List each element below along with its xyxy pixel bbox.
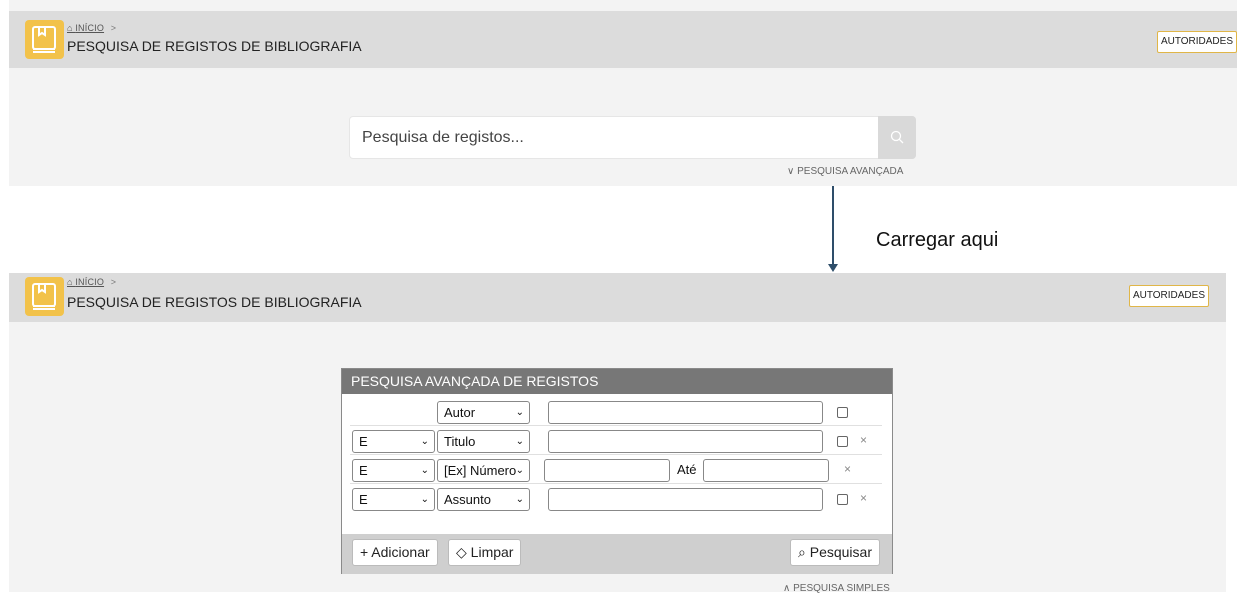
operator-select[interactable]: E ⌄ — [352, 459, 435, 482]
book-logo-icon — [25, 20, 64, 59]
criteria-row: Autor ⌄ — [350, 398, 882, 426]
page-header: ⌂ INÍCIO > PESQUISA DE REGISTOS DE BIBLI… — [9, 273, 1226, 322]
advanced-search-page: ⌂ INÍCIO > PESQUISA DE REGISTOS DE BIBLI… — [9, 273, 1226, 594]
page-title: PESQUISA DE REGISTOS DE BIBLIOGRAFIA — [67, 294, 362, 310]
add-criteria-button[interactable]: + Adicionar — [352, 539, 438, 566]
annotation-label: Carregar aqui — [876, 229, 999, 251]
search-input[interactable] — [351, 118, 878, 157]
range-to-label: Até — [677, 462, 697, 477]
criteria-row: E ⌄ [Ex] Número ⌄ Até × — [350, 456, 882, 484]
search-button[interactable] — [878, 116, 916, 159]
chevron-down-icon: ⌄ — [515, 494, 524, 505]
simple-search-panel: ⌂ INÍCIO > PESQUISA DE REGISTOS DE BIBLI… — [9, 0, 1237, 186]
criteria-row: E ⌄ Titulo ⌄ × — [350, 427, 882, 455]
breadcrumb-home-link[interactable]: ⌂ INÍCIO — [67, 277, 104, 287]
criteria-input[interactable] — [548, 488, 823, 511]
authorities-button[interactable]: AUTORIDADES — [1156, 31, 1237, 53]
range-to-input[interactable] — [703, 459, 829, 482]
criteria-checkbox[interactable] — [837, 436, 848, 447]
chevron-down-icon: ⌄ — [420, 436, 429, 447]
field-select[interactable]: Assunto ⌄ — [437, 488, 530, 511]
operator-select[interactable]: E ⌄ — [352, 488, 435, 511]
remove-row-icon[interactable]: × — [860, 491, 867, 505]
range-from-input[interactable] — [544, 459, 670, 482]
field-select[interactable]: Autor ⌄ — [437, 401, 530, 424]
authorities-button[interactable]: AUTORIDADES — [1128, 285, 1209, 307]
simple-search-link[interactable]: ∧ PESQUISA SIMPLES — [783, 583, 890, 594]
criteria-row: E ⌄ Assunto ⌄ × — [350, 485, 882, 513]
field-select[interactable]: [Ex] Número ⌄ — [437, 459, 530, 482]
remove-row-icon[interactable]: × — [860, 433, 867, 447]
criteria-input[interactable] — [548, 401, 823, 424]
chevron-down-icon: ⌄ — [515, 407, 524, 418]
breadcrumb: ⌂ INÍCIO > — [67, 277, 117, 287]
advanced-search-form: PESQUISA AVANÇADA DE REGISTOS Autor ⌄ E ⌄ … — [341, 368, 893, 574]
advanced-search-button[interactable]: ⌕ Pesquisar — [790, 539, 880, 566]
breadcrumb-home-link[interactable]: ⌂ INÍCIO — [67, 23, 104, 33]
criteria-checkbox[interactable] — [837, 494, 848, 505]
criteria-checkbox[interactable] — [837, 407, 848, 418]
chevron-down-icon: ⌄ — [515, 465, 524, 476]
search-icon — [890, 130, 904, 144]
annotation-arrow — [832, 186, 834, 266]
annotation-arrow-head — [828, 264, 838, 272]
advanced-search-link[interactable]: ∨ PESQUISA AVANÇADA — [787, 166, 903, 177]
book-logo-icon — [25, 277, 64, 316]
search-icon: ⌕ — [798, 544, 806, 560]
chevron-down-icon: ⌄ — [420, 494, 429, 505]
clear-button[interactable]: ◇ Limpar — [448, 539, 522, 566]
advanced-search-footer: + Adicionar ◇ Limpar ⌕ Pesquisar — [342, 534, 892, 574]
advanced-search-title: PESQUISA AVANÇADA DE REGISTOS — [342, 369, 892, 394]
chevron-down-icon: ⌄ — [420, 465, 429, 476]
remove-row-icon[interactable]: × — [844, 462, 851, 476]
page-title: PESQUISA DE REGISTOS DE BIBLIOGRAFIA — [67, 38, 362, 54]
chevron-down-icon: ⌄ — [515, 436, 524, 447]
criteria-input[interactable] — [548, 430, 823, 453]
breadcrumb: ⌂ INÍCIO > — [67, 23, 117, 33]
eraser-icon: ◇ — [456, 544, 467, 560]
field-select[interactable]: Titulo ⌄ — [437, 430, 530, 453]
operator-select[interactable]: E ⌄ — [352, 430, 435, 453]
search-box — [349, 116, 916, 159]
page-header: ⌂ INÍCIO > PESQUISA DE REGISTOS DE BIBLI… — [9, 11, 1237, 68]
